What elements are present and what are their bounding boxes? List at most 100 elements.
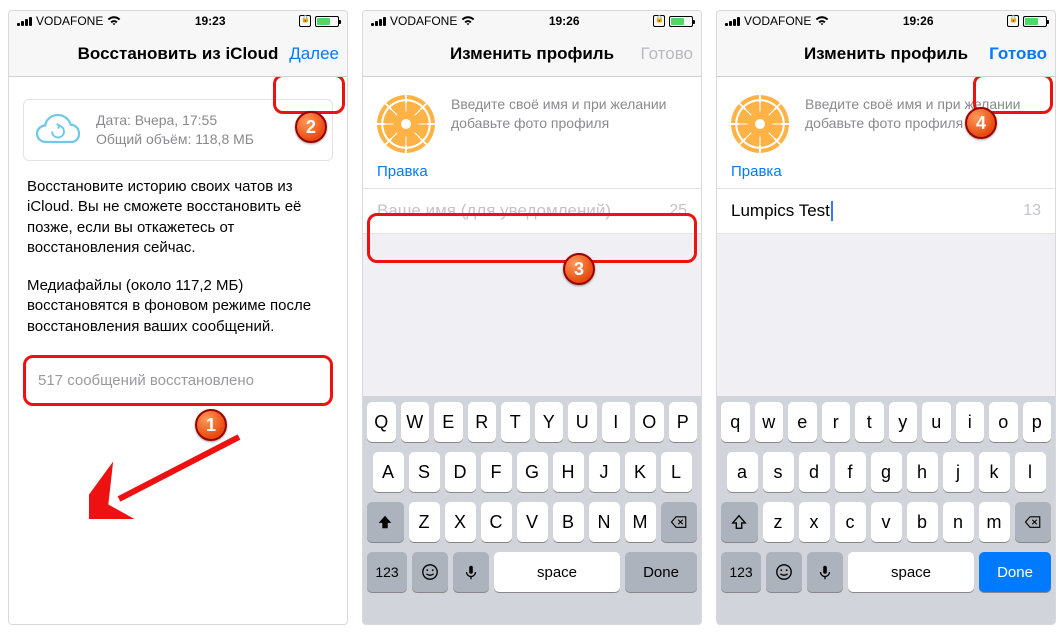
dictation-key[interactable] xyxy=(807,552,843,592)
edit-photo-link[interactable]: Правка xyxy=(717,163,1055,188)
key[interactable]: P xyxy=(669,402,698,442)
key[interactable]: J xyxy=(589,452,620,492)
key[interactable]: n xyxy=(943,502,974,542)
restore-desc-1: Восстановите историю своих чатов из iClo… xyxy=(27,177,329,258)
key[interactable]: b xyxy=(907,502,938,542)
key[interactable]: l xyxy=(1015,452,1046,492)
key[interactable]: f xyxy=(835,452,866,492)
done-button[interactable]: Готово xyxy=(641,44,694,64)
key[interactable]: Y xyxy=(535,402,564,442)
carrier-label: VODAFONE xyxy=(36,14,103,28)
name-input[interactable]: Lumpics Test 13 xyxy=(717,188,1055,234)
key[interactable]: u xyxy=(922,402,951,442)
done-button[interactable]: Готово xyxy=(989,44,1047,64)
avatar[interactable] xyxy=(377,95,435,153)
key[interactable]: c xyxy=(835,502,866,542)
next-button[interactable]: Далее xyxy=(289,44,339,64)
numbers-key[interactable]: 123 xyxy=(367,552,407,592)
keyboard-row-1: Q W E R T Y U I O P xyxy=(367,402,697,442)
shift-key[interactable] xyxy=(367,502,404,542)
key[interactable]: V xyxy=(517,502,548,542)
nav-bar: Восстановить из iCloud Далее xyxy=(9,31,347,77)
done-key[interactable]: Done xyxy=(625,552,697,592)
key[interactable]: r xyxy=(822,402,851,442)
key[interactable]: i xyxy=(956,402,985,442)
annotation-badge-3: 3 xyxy=(563,253,595,285)
key[interactable]: D xyxy=(445,452,476,492)
key[interactable]: L xyxy=(661,452,692,492)
key[interactable]: S xyxy=(409,452,440,492)
restore-desc-2: Медиафайлы (около 117,2 МБ) восстановятс… xyxy=(27,276,329,337)
key[interactable]: M xyxy=(625,502,656,542)
annotation-arrow xyxy=(89,419,249,519)
key[interactable]: o xyxy=(989,402,1018,442)
nav-title: Изменить профиль xyxy=(450,44,614,64)
key[interactable]: y xyxy=(889,402,918,442)
keyboard: Q W E R T Y U I O P A S D F G H J K L xyxy=(363,396,701,624)
key[interactable]: v xyxy=(871,502,902,542)
key[interactable]: g xyxy=(871,452,902,492)
key[interactable]: E xyxy=(434,402,463,442)
key[interactable]: X xyxy=(445,502,476,542)
restore-body: Дата: Вчера, 17:55 Общий объём: 118,8 МБ… xyxy=(9,77,347,624)
nav-bar: Изменить профиль Готово xyxy=(363,31,701,77)
key[interactable]: C xyxy=(481,502,512,542)
key[interactable]: q xyxy=(721,402,750,442)
key[interactable]: N xyxy=(589,502,620,542)
key[interactable]: e xyxy=(788,402,817,442)
name-input[interactable]: Ваше имя (для уведомлений) 25 xyxy=(363,188,701,234)
key[interactable]: O xyxy=(635,402,664,442)
key[interactable]: I xyxy=(602,402,631,442)
text-cursor xyxy=(831,201,833,221)
key[interactable]: x xyxy=(799,502,830,542)
key[interactable]: Z xyxy=(409,502,440,542)
clock: 19:26 xyxy=(549,14,580,28)
profile-hint: Введите своё имя и при желании добавьте … xyxy=(451,95,687,153)
backup-size: Общий объём: 118,8 МБ xyxy=(96,130,254,149)
name-value: Lumpics Test xyxy=(731,201,830,221)
key[interactable]: A xyxy=(373,452,404,492)
keyboard: q w e r t y u i o p a s d f g h j k l xyxy=(717,396,1055,624)
key[interactable]: G xyxy=(517,452,548,492)
key[interactable]: k xyxy=(979,452,1010,492)
edit-photo-link[interactable]: Правка xyxy=(363,163,701,188)
space-key[interactable]: space xyxy=(848,552,974,592)
backspace-key[interactable] xyxy=(661,502,698,542)
key[interactable]: H xyxy=(553,452,584,492)
keyboard-row-3: Z X C V B N M xyxy=(367,502,697,542)
done-key[interactable]: Done xyxy=(979,552,1051,592)
phone-screen-1: VODAFONE 19:23 Восстановить из iCloud Да… xyxy=(8,10,348,625)
key[interactable]: T xyxy=(501,402,530,442)
keyboard-row-4: 123 space Done xyxy=(367,552,697,592)
key[interactable]: K xyxy=(625,452,656,492)
key[interactable]: R xyxy=(468,402,497,442)
char-counter: 25 xyxy=(669,202,687,220)
key[interactable]: B xyxy=(553,502,584,542)
key[interactable]: z xyxy=(763,502,794,542)
profile-body: Введите своё имя и при желании добавьте … xyxy=(363,77,701,624)
dictation-key[interactable] xyxy=(453,552,489,592)
key[interactable]: U xyxy=(568,402,597,442)
key[interactable]: d xyxy=(799,452,830,492)
space-key[interactable]: space xyxy=(494,552,620,592)
key[interactable]: p xyxy=(1023,402,1052,442)
carrier-label: VODAFONE xyxy=(744,14,811,28)
avatar[interactable] xyxy=(731,95,789,153)
key[interactable]: w xyxy=(755,402,784,442)
emoji-key[interactable] xyxy=(766,552,802,592)
numbers-key[interactable]: 123 xyxy=(721,552,761,592)
key[interactable]: F xyxy=(481,452,512,492)
key[interactable]: h xyxy=(907,452,938,492)
key[interactable]: m xyxy=(979,502,1010,542)
clock: 19:23 xyxy=(195,14,226,28)
key[interactable]: W xyxy=(401,402,430,442)
shift-key[interactable] xyxy=(721,502,758,542)
key[interactable]: t xyxy=(855,402,884,442)
key[interactable]: a xyxy=(727,452,758,492)
key[interactable]: s xyxy=(763,452,794,492)
key[interactable]: Q xyxy=(367,402,396,442)
key[interactable]: j xyxy=(943,452,974,492)
keyboard-row-2: a s d f g h j k l xyxy=(721,452,1051,492)
emoji-key[interactable] xyxy=(412,552,448,592)
backspace-key[interactable] xyxy=(1015,502,1052,542)
